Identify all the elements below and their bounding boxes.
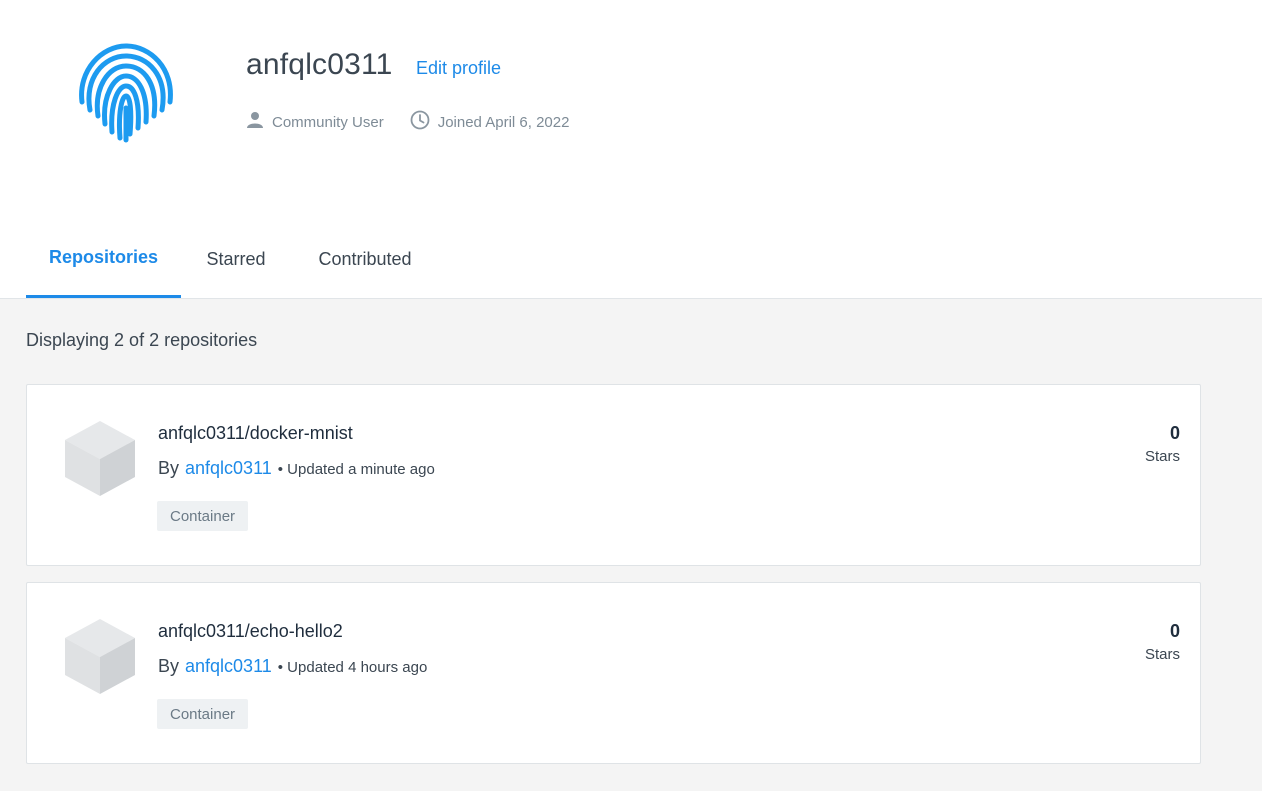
clock-icon xyxy=(410,110,438,134)
profile-page: anfqlc0311 Edit profile Community User J… xyxy=(0,0,1262,791)
repository-updated: • Updated 4 hours ago xyxy=(277,659,428,676)
repository-owner-link[interactable]: anfqlc0311 xyxy=(185,656,272,677)
repository-type-badge: Container xyxy=(157,699,249,729)
repository-by-label: By xyxy=(158,656,180,676)
repository-by-label: By xyxy=(158,458,180,478)
fingerprint-icon xyxy=(72,40,180,146)
profile-joined: Joined April 6, 2022 xyxy=(410,110,570,134)
repository-name[interactable]: anfqlc0311/echo-hello2 xyxy=(158,621,343,642)
repositories-count: Displaying 2 of 2 repositories xyxy=(26,330,258,350)
user-icon xyxy=(246,111,272,133)
repository-type-badge: Container xyxy=(157,501,249,531)
profile-joined-label: Joined April 6, 2022 xyxy=(437,113,570,131)
profile-role-label: Community User xyxy=(272,113,384,131)
profile-header: anfqlc0311 Edit profile Community User J… xyxy=(0,0,1262,220)
tab-repositories[interactable]: Repositories xyxy=(26,220,181,298)
repository-byline: By anfqlc0311 • Updated a minute ago xyxy=(158,458,435,479)
repository-stars-count: 0 xyxy=(1169,621,1180,641)
repository-stars-label: Stars xyxy=(1144,448,1180,465)
repository-byline: By anfqlc0311 • Updated 4 hours ago xyxy=(158,656,427,677)
profile-role: Community User xyxy=(246,111,384,133)
repository-stars-count: 0 xyxy=(1169,423,1180,443)
tab-starred[interactable]: Starred xyxy=(190,220,282,298)
repository-name[interactable]: anfqlc0311/docker-mnist xyxy=(158,423,353,444)
repository-stars-label: Stars xyxy=(1144,646,1180,663)
cube-icon xyxy=(63,617,137,695)
repository-card[interactable]: anfqlc0311/echo-hello2 By anfqlc0311 • U… xyxy=(26,582,1201,764)
repository-updated: • Updated a minute ago xyxy=(277,461,435,478)
cube-icon xyxy=(63,419,137,497)
edit-profile-link[interactable]: Edit profile xyxy=(416,58,501,79)
profile-username: anfqlc0311 xyxy=(246,48,393,81)
repositories-content: Displaying 2 of 2 repositories anfqlc031… xyxy=(0,299,1262,791)
tab-contributed[interactable]: Contributed xyxy=(300,220,430,298)
profile-tabs: Repositories Starred Contributed xyxy=(0,220,1262,299)
repository-card[interactable]: anfqlc0311/docker-mnist By anfqlc0311 • … xyxy=(26,384,1201,566)
profile-meta: Community User Joined April 6, 2022 xyxy=(246,110,595,134)
repository-owner-link[interactable]: anfqlc0311 xyxy=(185,458,272,479)
